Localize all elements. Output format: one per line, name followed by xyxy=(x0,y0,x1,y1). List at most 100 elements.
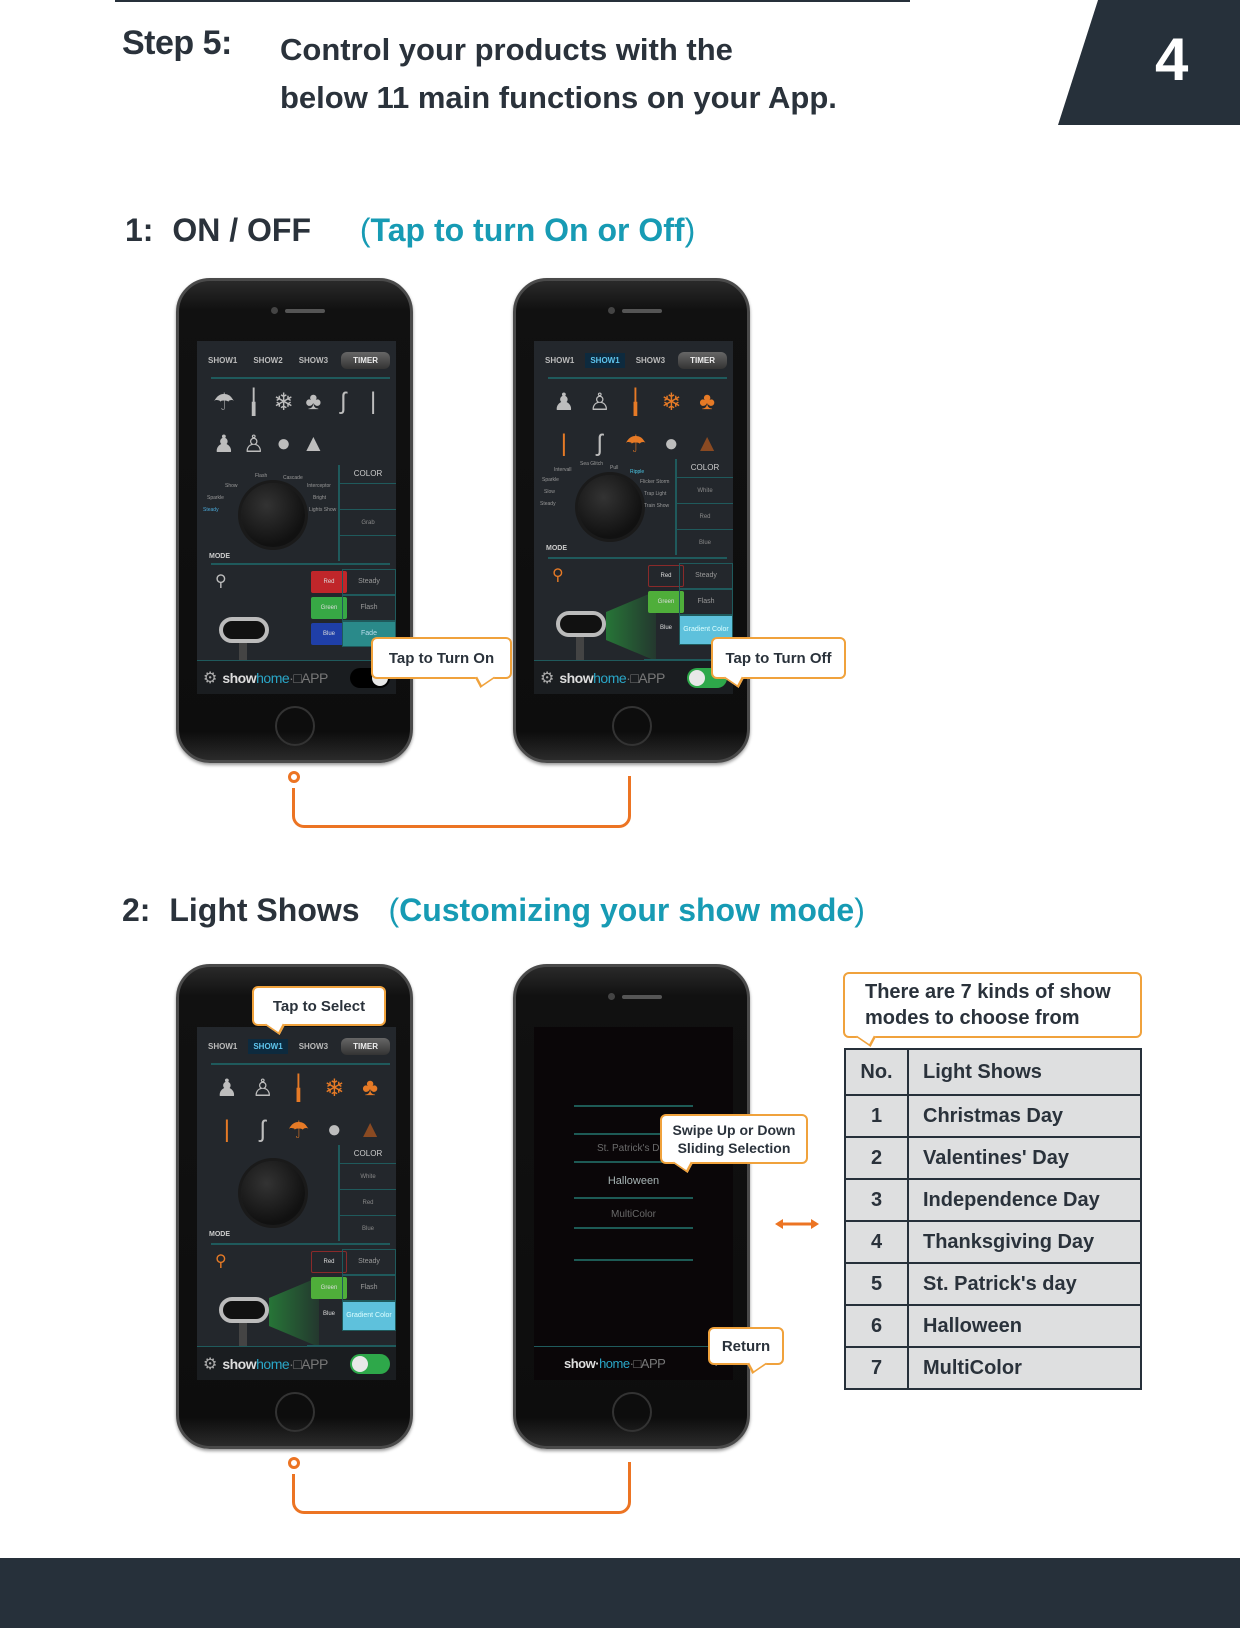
cone-tree-icon[interactable]: ▲ xyxy=(695,430,719,458)
timer-button[interactable]: TIMER xyxy=(678,351,727,369)
tab-show2[interactable]: SHOW2 xyxy=(248,353,287,368)
speaker xyxy=(284,309,325,313)
tab-show1[interactable]: SHOW1 xyxy=(540,353,579,368)
row-number: 4 xyxy=(844,1220,909,1264)
flash-button[interactable]: Flash xyxy=(679,589,733,615)
picker-item[interactable]: MultiColor xyxy=(534,1209,733,1220)
tree-icon[interactable]: ♣ xyxy=(362,1074,378,1102)
picker-item-selected[interactable]: Halloween xyxy=(534,1175,733,1187)
gear-icon[interactable]: ⚙ xyxy=(203,668,217,688)
candy-cane-icon[interactable]: ʃ xyxy=(341,388,346,416)
color-option[interactable] xyxy=(340,483,396,509)
rain-cloud-icon[interactable]: ☂ xyxy=(213,388,235,417)
section1-paren-close: ) xyxy=(684,212,696,248)
mode-dial[interactable] xyxy=(241,1161,305,1225)
section1-title: 1: ON / OFF (Tap to turn On or Off) xyxy=(125,212,695,249)
brand-home: home xyxy=(256,1355,290,1372)
brand-app: ·□APP xyxy=(289,669,328,686)
gradient-color-button[interactable]: Gradient Color xyxy=(342,1301,396,1331)
cone-tree-icon[interactable]: ▲ xyxy=(302,430,326,458)
gear-icon[interactable]: ⚙ xyxy=(203,1354,217,1374)
ghost-icon[interactable]: ♟ xyxy=(216,1074,238,1103)
color-option-blue[interactable]: Blue xyxy=(340,1215,396,1241)
rain-cloud-icon[interactable]: ☂ xyxy=(625,430,647,459)
candy-cane-icon[interactable]: ʃ xyxy=(260,1116,265,1144)
moon-icon[interactable]: ● xyxy=(276,430,291,458)
tab-show3[interactable]: SHOW3 xyxy=(294,1039,333,1054)
color-option-blue[interactable]: Blue xyxy=(677,529,733,555)
snowflake-icon[interactable]: ❄ xyxy=(324,1074,344,1103)
dial-label: Trap Light xyxy=(644,491,667,497)
color-option[interactable]: Grab xyxy=(340,509,396,535)
brand-logo: showhome·□APP xyxy=(222,669,328,686)
moon-icon[interactable]: ● xyxy=(327,1116,342,1144)
bracket-start-dot xyxy=(288,771,300,783)
tab-show3[interactable]: SHOW3 xyxy=(294,353,333,368)
bottle-icon[interactable]: ♙ xyxy=(589,388,611,417)
cone-tree-icon[interactable]: ▲ xyxy=(358,1116,382,1144)
section2-paren-close: ) xyxy=(854,892,865,928)
color-option-white[interactable]: White xyxy=(677,477,733,503)
candy-cane-icon[interactable]: ʃ xyxy=(597,430,602,458)
row-show-name: Valentines' Day xyxy=(907,1136,1142,1180)
table-row: 4 Thanksgiving Day xyxy=(844,1220,1142,1264)
tab-show2-active[interactable]: SHOW1 xyxy=(248,1038,288,1054)
steady-button[interactable]: Steady xyxy=(342,1249,396,1275)
dial-label: Ripple xyxy=(630,469,645,475)
footer-band xyxy=(0,1558,1240,1628)
picker-divider xyxy=(574,1197,693,1199)
bottle-icon[interactable]: ♙ xyxy=(252,1074,274,1103)
table-row: 3 Independence Day xyxy=(844,1178,1142,1222)
rain-cloud-icon[interactable]: ☂ xyxy=(288,1116,310,1145)
color-option[interactable] xyxy=(340,535,396,561)
flash-button[interactable]: Flash xyxy=(342,595,396,621)
moon-icon[interactable]: ● xyxy=(664,430,679,458)
mode-label: MODE xyxy=(209,1231,230,1238)
camera xyxy=(270,307,278,314)
steady-button[interactable]: Steady xyxy=(679,563,733,589)
row-number: 2 xyxy=(844,1136,909,1180)
row-show-name: Halloween xyxy=(907,1304,1142,1348)
bottle-icon[interactable]: ♙ xyxy=(243,430,265,459)
app-bar: ⚙ showhome·□APP xyxy=(197,660,396,694)
candle-icon[interactable]: | xyxy=(561,430,567,458)
bracket-start-dot xyxy=(288,1457,300,1469)
tab-show1[interactable]: SHOW1 xyxy=(203,1039,242,1054)
dial-label: Bright xyxy=(313,495,327,501)
show-icons-grid: ☂ ╽ ❄ ♣ ʃ | ♟ ♙ ● ▲ xyxy=(209,381,388,465)
candle-icon[interactable]: | xyxy=(224,1116,230,1144)
ghost-icon[interactable]: ♟ xyxy=(553,388,575,417)
light-shows-table: No. Light Shows 1 Christmas Day 2 Valentin… xyxy=(844,1048,1142,1390)
snowflake-icon[interactable]: ❄ xyxy=(274,388,294,417)
mode-dial[interactable] xyxy=(578,475,642,539)
candle-icon[interactable]: | xyxy=(370,388,376,416)
section2-number: 2: xyxy=(122,892,151,928)
divider xyxy=(548,377,727,379)
steady-button[interactable]: Steady xyxy=(342,569,396,595)
dial-label: Pull xyxy=(610,465,619,471)
candles-icon[interactable]: ╽ xyxy=(291,1074,305,1103)
tab-show2-active[interactable]: SHOW1 xyxy=(585,352,625,368)
brand-app: ·□APP xyxy=(629,1356,666,1371)
color-option-red[interactable]: Red xyxy=(677,503,733,529)
tab-show3[interactable]: SHOW3 xyxy=(631,353,670,368)
gear-icon[interactable]: ⚙ xyxy=(540,668,554,688)
tree-icon[interactable]: ♣ xyxy=(699,388,715,416)
timer-button[interactable]: TIMER xyxy=(341,1037,390,1055)
ghost-icon[interactable]: ♟ xyxy=(213,430,235,459)
connector-bracket xyxy=(292,788,631,828)
tab-show1[interactable]: SHOW1 xyxy=(203,353,242,368)
color-option-white[interactable]: White xyxy=(340,1163,396,1189)
home-button xyxy=(274,706,315,746)
timer-button[interactable]: TIMER xyxy=(341,351,390,369)
snowflake-icon[interactable]: ❄ xyxy=(661,388,681,417)
color-option-red[interactable]: Red xyxy=(340,1189,396,1215)
tree-icon[interactable]: ♣ xyxy=(306,388,322,416)
mode-dial[interactable] xyxy=(241,483,305,547)
candles-icon[interactable]: ╽ xyxy=(247,388,261,417)
power-toggle-on[interactable] xyxy=(350,1353,390,1374)
dial-label: Lights Show xyxy=(309,507,337,513)
flash-button[interactable]: Flash xyxy=(342,1275,396,1301)
candles-icon[interactable]: ╽ xyxy=(628,388,642,417)
home-button xyxy=(611,706,652,746)
